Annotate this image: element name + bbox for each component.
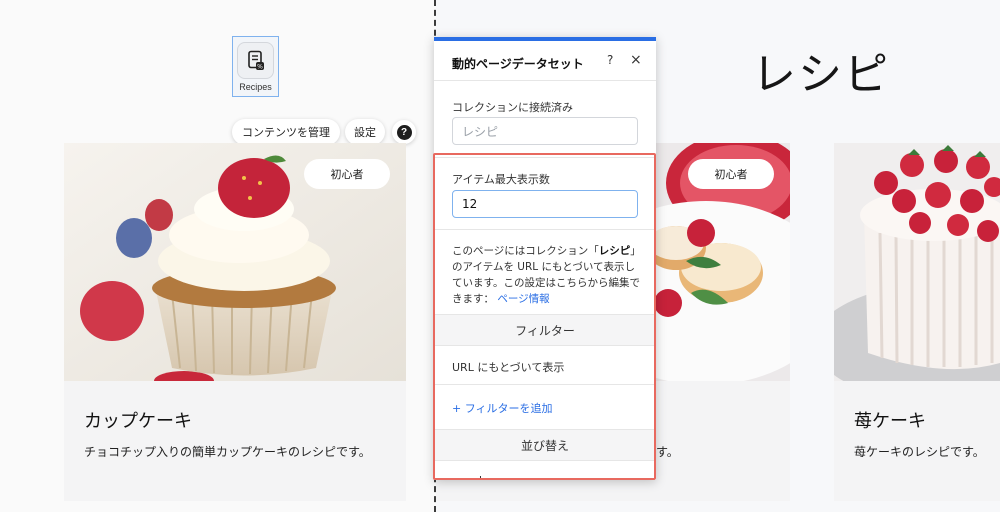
collection-field[interactable]: レシピ	[452, 117, 638, 145]
card-body: カップケーキ チョコチップ入りの簡単カップケーキのレシピです。	[64, 381, 406, 501]
help-icon: ?	[396, 124, 412, 140]
divider	[434, 157, 656, 158]
close-icon[interactable]: ×	[630, 52, 642, 68]
info-prefix: このページにはコレクション「	[452, 245, 599, 257]
page-title: レシピ	[752, 49, 890, 100]
help-button[interactable]: ?	[392, 120, 416, 144]
settings-button[interactable]: 設定	[345, 119, 385, 145]
recipe-card-strawberry-cake[interactable]: 苺ケーキ 苺ケーキのレシピです。	[834, 143, 1000, 501]
sort-section-header: 並び替え	[434, 429, 656, 461]
info-collection-name: レシピ	[598, 245, 631, 257]
dataset-settings-panel: 動的ページデータセット ? × コレクションに接続済み レシピ アイテム最大表示…	[434, 37, 656, 480]
strawberry-cake-image	[834, 143, 1000, 381]
recipe-card-cupcake[interactable]: 初心者 カップケーキ チョコチップ入りの簡単カップケーキのレシピです。	[64, 143, 406, 501]
dataset-element[interactable]: % Recipes	[232, 36, 279, 97]
collection-label: コレクションに接続済み	[452, 101, 573, 114]
panel-title: 動的ページデータセット	[452, 57, 584, 71]
panel-header: 動的ページデータセット ? ×	[434, 41, 656, 81]
card-description: チョコチップ入りの簡単カップケーキのレシピです。	[84, 445, 371, 459]
card-title: 苺ケーキ	[854, 411, 926, 432]
dataset-info-text: このページにはコレクション「レシピ」のアイテムを URL にもとづいて表示してい…	[452, 243, 642, 307]
add-filter-link[interactable]: + フィルターを追加	[452, 400, 553, 416]
max-items-input[interactable]: 12	[452, 190, 638, 218]
divider	[434, 384, 656, 385]
card-body: 苺ケーキ 苺ケーキのレシピです。	[834, 381, 1000, 501]
difficulty-badge: 初心者	[304, 159, 390, 189]
divider	[434, 229, 656, 230]
panel-help-icon[interactable]: ?	[607, 53, 613, 67]
svg-text:%: %	[257, 63, 263, 70]
card-description: す。	[656, 445, 679, 459]
sort-order-row[interactable]: order	[464, 474, 493, 480]
page-info-link[interactable]: ページ情報	[497, 293, 549, 305]
dataset-icon[interactable]: %	[237, 42, 274, 79]
filter-section-header: フィルター	[434, 314, 656, 346]
dataset-label: Recipes	[239, 82, 272, 92]
filter-url-row[interactable]: URL にもとづいて表示	[452, 359, 564, 375]
difficulty-badge: 初心者	[688, 159, 774, 189]
max-items-label: アイテム最大表示数	[452, 173, 550, 186]
manage-content-button[interactable]: コンテンツを管理	[232, 119, 340, 145]
card-description: 苺ケーキのレシピです。	[854, 445, 985, 459]
card-title: カップケーキ	[84, 411, 192, 432]
